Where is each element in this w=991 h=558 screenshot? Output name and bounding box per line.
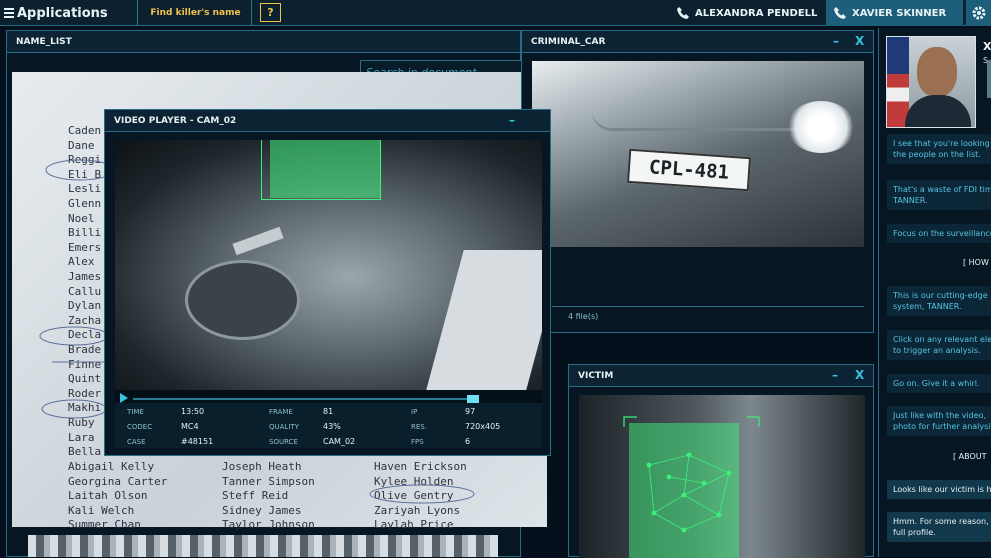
victim-photo[interactable] (579, 395, 865, 558)
window-title: VICTIM (569, 365, 873, 387)
meta-key: CASE (127, 438, 146, 446)
top-bar: Applications Find killer's name ? ALEXAN… (0, 0, 991, 26)
reply-option-about[interactable]: [ ABOUT (953, 452, 987, 461)
chat-message: Focus on the surveillance (887, 224, 991, 243)
divider (552, 306, 864, 307)
window-title: NAME_LIST (7, 31, 520, 53)
phone-icon (677, 7, 689, 19)
help-button[interactable]: ? (260, 3, 281, 22)
applications-menu[interactable]: Applications (0, 0, 138, 26)
face-shape (917, 47, 957, 97)
phone-icon (834, 7, 846, 19)
chat-message: Looks like our victim is h (887, 480, 991, 499)
minimize-button[interactable]: – (833, 31, 839, 51)
meta-key: FRAME (269, 408, 293, 416)
table-shape (185, 260, 300, 340)
video-metadata: TIME 13:50 FRAME 81 IP 97 CODEC MC4 QUALITY 43% RE… (115, 403, 542, 448)
contact-alexandra[interactable]: ALEXANDRA PENDELL (676, 0, 821, 26)
contact-photo (886, 36, 976, 128)
window-title: CRIMINAL_CAR (522, 31, 873, 53)
timeline-track (133, 398, 473, 400)
meta-key: TIME (127, 408, 144, 416)
timeline-handle[interactable] (467, 395, 479, 403)
chat-message: That's a waste of FDI time TANNER. (887, 180, 991, 210)
video-frame[interactable] (115, 140, 542, 390)
meta-value: 81 (323, 407, 334, 416)
pool-table-shape (426, 250, 542, 390)
hamburger-icon (4, 6, 14, 20)
chat-message: I see that you're looking the people on t… (887, 134, 991, 164)
chat-message: Hmm. For some reason, full profile. (887, 512, 991, 542)
file-count: 4 file(s) (568, 312, 599, 321)
meta-value: 720x405 (465, 422, 501, 431)
close-button[interactable]: X (855, 365, 864, 385)
meta-value: CAM_02 (323, 437, 356, 446)
meta-value: 6 (465, 437, 471, 446)
meta-value: MC4 (181, 422, 199, 431)
meta-value: 97 (465, 407, 476, 416)
gear-icon (972, 6, 985, 20)
meta-key: IP (411, 408, 418, 416)
settings-button[interactable] (966, 0, 991, 26)
contact-name: ALEXANDRA PENDELL (695, 7, 818, 19)
meta-key: SOURCE (269, 438, 298, 446)
play-icon[interactable] (119, 393, 129, 403)
applications-label: Applications (17, 5, 108, 21)
suit-shape (905, 95, 971, 127)
minimize-button[interactable]: – (832, 365, 838, 385)
meta-key: CODEC (127, 423, 153, 431)
chat-message: Just like with the video, photo for furth… (887, 406, 991, 436)
criminal-car-window: CRIMINAL_CAR – X CPL-481 4 file(s) (521, 30, 874, 333)
video-player-window: VIDEO PLAYER - CAM_02 – TIME 13:50 FRAME 81… (104, 109, 551, 456)
license-plate[interactable]: CPL-481 (626, 148, 752, 192)
chat-message: Click on any relevant ele to trigger an a… (887, 330, 991, 360)
meta-value: #48151 (181, 437, 214, 446)
meta-value: 13:50 (181, 407, 205, 416)
reply-option-how[interactable]: [ HOW (963, 258, 989, 267)
film-strip (28, 535, 498, 557)
car-photo[interactable]: CPL-481 (532, 61, 864, 247)
target-box[interactable] (261, 140, 381, 200)
chat-sidebar: X S I see that you're looking the people … (878, 28, 991, 557)
contact-xavier[interactable]: XAVIER SKINNER (826, 0, 963, 26)
window-title: VIDEO PLAYER - CAM_02 (105, 110, 550, 132)
chat-contact-name: X (983, 40, 991, 53)
meta-key: FPS (411, 438, 424, 446)
victim-window: VICTIM – X (568, 364, 874, 558)
meta-value: 43% (323, 422, 341, 431)
chat-message: Go on. Give it a whirl. (887, 374, 991, 393)
body-shape (232, 226, 284, 256)
tail-light (787, 101, 855, 153)
scrollbar[interactable] (987, 60, 991, 98)
close-button[interactable]: X (855, 31, 864, 51)
meta-key: QUALITY (269, 423, 299, 431)
contact-name: XAVIER SKINNER (852, 7, 947, 19)
minimize-button[interactable]: – (509, 110, 515, 130)
task-label[interactable]: Find killer's name (140, 0, 252, 26)
meta-key: RES. (411, 423, 427, 431)
face-mesh (623, 416, 760, 533)
chat-message: This is our cutting-edge system, TANNER. (887, 286, 991, 316)
